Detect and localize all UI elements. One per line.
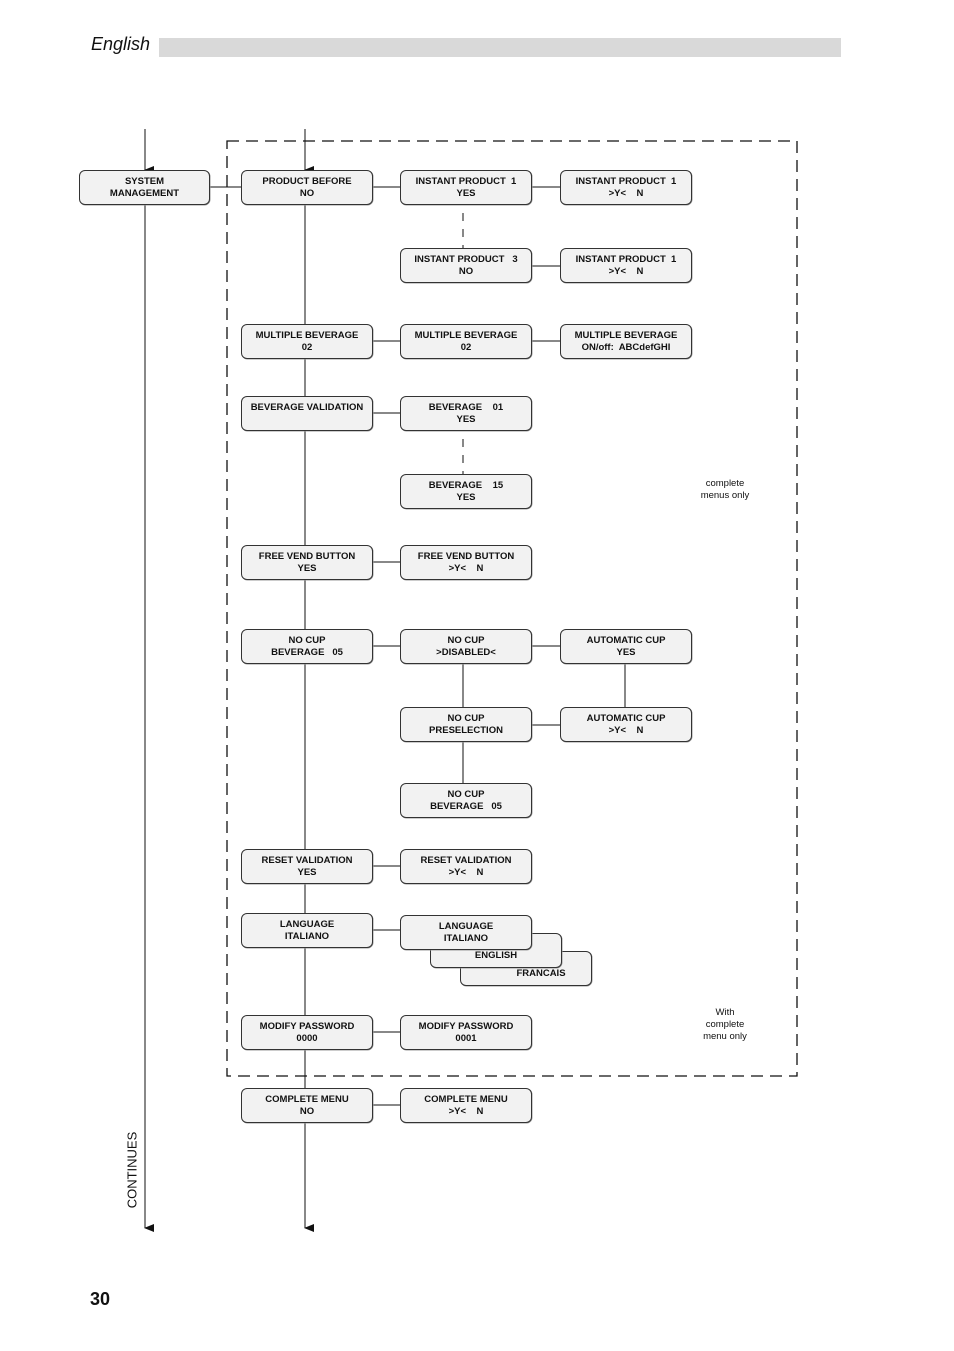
box-language[interactable]: LANGUAGE ITALIANO [241,913,373,948]
page-number: 30 [90,1289,111,1309]
box-modify-password-edit[interactable]: MODIFY PASSWORD 0001 [400,1015,532,1050]
box-product-before[interactable]: PRODUCT BEFORE NO [241,170,373,205]
box-language-italiano[interactable]: LANGUAGE ITALIANO [400,915,532,950]
box-instant-product-3[interactable]: INSTANT PRODUCT 3 NO [400,248,532,283]
box-no-cup-preselection[interactable]: NO CUP PRESELECTION [400,707,532,742]
box-automatic-cup-edit[interactable]: AUTOMATIC CUP >Y< N [560,707,692,742]
box-beverage-15[interactable]: BEVERAGE 15 YES [400,474,532,509]
box-modify-password[interactable]: MODIFY PASSWORD 0000 [241,1015,373,1050]
box-instant-product-1[interactable]: INSTANT PRODUCT 1 YES [400,170,532,205]
box-automatic-cup[interactable]: AUTOMATIC CUP YES [560,629,692,664]
box-reset-validation-edit[interactable]: RESET VALIDATION >Y< N [400,849,532,884]
box-instant-product-1-edit[interactable]: INSTANT PRODUCT 1 >Y< N [560,170,692,205]
box-multiple-beverage-select[interactable]: MULTIPLE BEVERAGE 02 [400,324,532,359]
box-reset-validation[interactable]: RESET VALIDATION YES [241,849,373,884]
box-complete-menu[interactable]: COMPLETE MENU NO [241,1088,373,1123]
box-beverage-validation[interactable]: BEVERAGE VALIDATION [241,396,373,431]
box-system-management[interactable]: SYSTEM MANAGEMENT [79,170,210,205]
box-instant-product-3-edit[interactable]: INSTANT PRODUCT 1 >Y< N [560,248,692,283]
note-complete-menus-only: complete menus only [700,478,750,501]
box-multiple-beverage[interactable]: MULTIPLE BEVERAGE 02 [241,324,373,359]
box-free-vend-button-edit[interactable]: FREE VEND BUTTON >Y< N [400,545,532,580]
box-beverage-01[interactable]: BEVERAGE 01 YES [400,396,532,431]
box-complete-menu-edit[interactable]: COMPLETE MENU >Y< N [400,1088,532,1123]
box-multiple-beverage-edit[interactable]: MULTIPLE BEVERAGE ON/off: ABCdefGHI [560,324,692,359]
box-no-cup-beverage[interactable]: NO CUP BEVERAGE 05 [241,629,373,664]
box-no-cup-beverage-05[interactable]: NO CUP BEVERAGE 05 [400,783,532,818]
continues-label: CONTINUES [124,1131,140,1209]
box-no-cup-disabled[interactable]: NO CUP >DISABLED< [400,629,532,664]
box-free-vend-button[interactable]: FREE VEND BUTTON YES [241,545,373,580]
note-with-complete-menu-only: With complete menu only [703,1007,747,1042]
